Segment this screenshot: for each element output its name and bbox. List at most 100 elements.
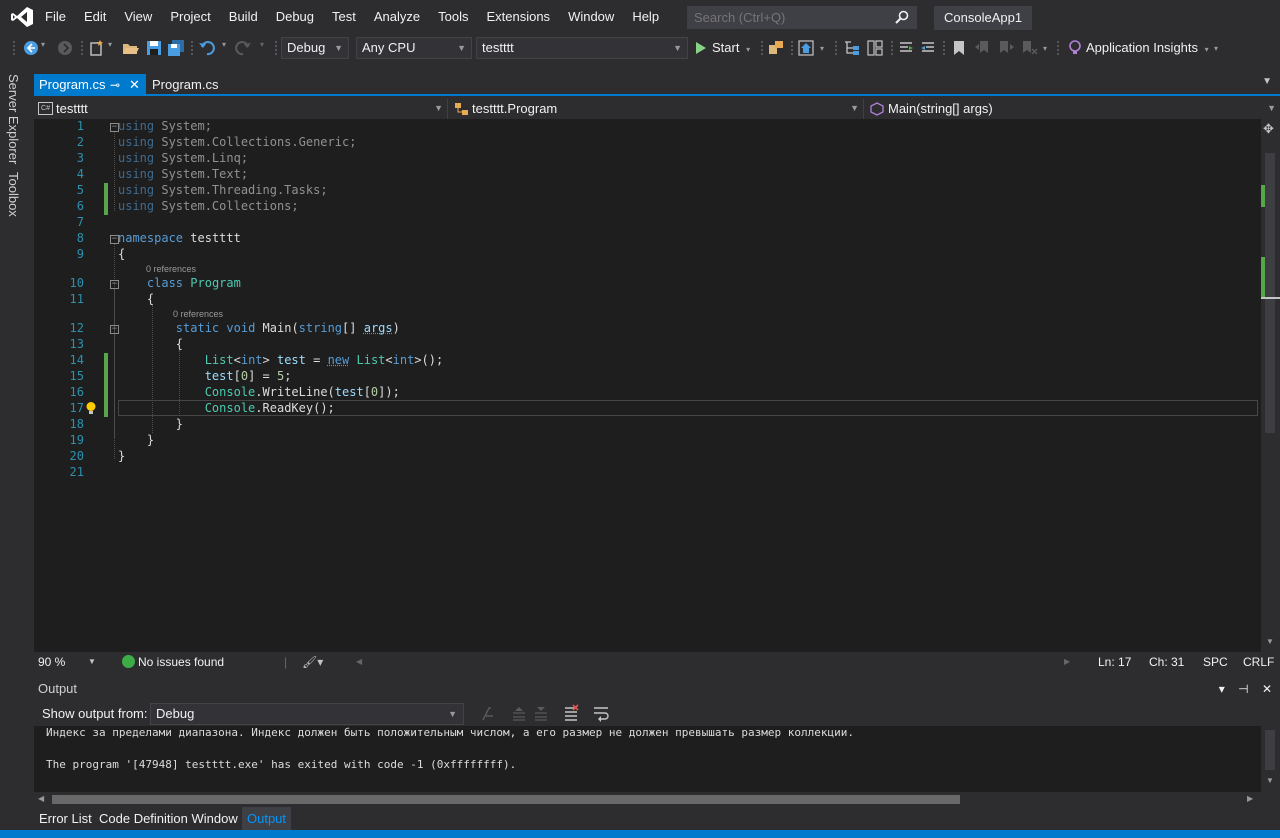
output-source-dropdown[interactable]: Debug ▼: [150, 703, 464, 725]
scrollbar-thumb[interactable]: [52, 795, 960, 804]
window-menu-dropdown-icon[interactable]: ▾: [1219, 682, 1225, 696]
startup-project-dropdown[interactable]: testttt ▼: [476, 37, 688, 59]
toolbar-overflow-icon[interactable]: ▾: [1214, 44, 1218, 53]
browser-link-icon[interactable]: [767, 39, 785, 57]
menu-help[interactable]: Help: [623, 0, 668, 34]
server-explorer-tab[interactable]: Server Explorer: [6, 74, 21, 164]
menu-window[interactable]: Window: [559, 0, 623, 34]
chevron-down-icon[interactable]: ▾: [1205, 45, 1209, 54]
pin-icon[interactable]: ⊸: [110, 74, 120, 96]
bookmark-icon[interactable]: [950, 39, 968, 57]
zoom-level[interactable]: 90 %: [38, 652, 65, 672]
scrollbar-thumb[interactable]: [1265, 153, 1275, 433]
comment-lines-icon[interactable]: [897, 39, 915, 57]
quick-actions-lightbulb-icon[interactable]: [84, 401, 98, 415]
output-text-area[interactable]: Индекс за пределами диапазона. Индекс до…: [34, 726, 1261, 792]
toolbar-grip-icon[interactable]: [942, 40, 946, 56]
home-dropdown-icon[interactable]: ▾: [820, 44, 824, 53]
clear-bookmarks-icon[interactable]: [1020, 39, 1038, 57]
code-editor[interactable]: 1 2 3 4 5 6 7 8 9 10 11 12 13 14 15 16 1…: [34, 119, 1261, 652]
tab-code-definition-window[interactable]: Code Definition Window: [94, 807, 243, 830]
code-cleanup-icon[interactable]: 🖌▾: [302, 652, 323, 672]
next-bookmark-icon[interactable]: [997, 39, 1015, 57]
member-dropdown[interactable]: Main(string[] args) ▼: [868, 99, 1280, 119]
menu-file[interactable]: File: [36, 0, 75, 34]
toolbar-grip-icon[interactable]: [1056, 40, 1060, 56]
menu-build[interactable]: Build: [220, 0, 267, 34]
find-message-in-code-icon[interactable]: [480, 705, 498, 723]
redo-icon[interactable]: [234, 39, 252, 57]
toolbar-grip-icon[interactable]: [190, 40, 194, 56]
scroll-right-icon[interactable]: ▶: [1064, 652, 1070, 672]
start-debugging-button[interactable]: Start ▾: [694, 37, 750, 59]
tab-list-dropdown-icon[interactable]: ▼: [1262, 76, 1272, 87]
menu-project[interactable]: Project: [161, 0, 219, 34]
navigate-forward-icon[interactable]: [56, 39, 74, 57]
save-icon[interactable]: [145, 39, 163, 57]
application-insights-button[interactable]: Application Insights ▾: [1068, 37, 1209, 59]
new-project-icon[interactable]: [88, 39, 106, 57]
menu-extensions[interactable]: Extensions: [477, 0, 559, 34]
toolbar-grip-icon[interactable]: [790, 40, 794, 56]
toolbar-grip-icon[interactable]: [834, 40, 838, 56]
next-message-icon[interactable]: [532, 705, 550, 723]
menu-view[interactable]: View: [115, 0, 161, 34]
search-input[interactable]: [688, 7, 888, 28]
previous-bookmark-icon[interactable]: [974, 39, 992, 57]
previous-message-icon[interactable]: [510, 705, 528, 723]
auto-hide-pin-icon[interactable]: ⊣: [1238, 682, 1248, 696]
new-dropdown-icon[interactable]: ▾: [108, 40, 112, 49]
visual-studio-logo-icon[interactable]: [10, 6, 34, 28]
scroll-left-icon[interactable]: ◀: [38, 794, 44, 803]
uncomment-lines-icon[interactable]: [919, 39, 937, 57]
search-icon[interactable]: [894, 9, 910, 25]
class-dropdown[interactable]: testttt.Program ▼: [452, 99, 864, 119]
back-dropdown-icon[interactable]: ▾: [41, 40, 45, 49]
solution-configuration-dropdown[interactable]: Debug ▼: [281, 37, 349, 59]
class-view-icon[interactable]: [866, 39, 884, 57]
menu-tools[interactable]: Tools: [429, 0, 477, 34]
navigate-back-icon[interactable]: [22, 39, 40, 57]
menu-debug[interactable]: Debug: [267, 0, 323, 34]
editor-vertical-scrollbar[interactable]: ✥ ▼: [1261, 119, 1280, 652]
tab-program-cs[interactable]: Program.cs: [147, 74, 218, 96]
redo-dropdown-icon[interactable]: ▾: [260, 40, 264, 49]
close-icon[interactable]: ✕: [129, 74, 140, 96]
solution-explorer-icon[interactable]: [843, 39, 861, 57]
toolbar-grip-icon[interactable]: [890, 40, 894, 56]
toolbar-grip-icon[interactable]: [12, 40, 16, 56]
scroll-right-icon[interactable]: ▶: [1247, 794, 1253, 803]
output-vertical-scrollbar[interactable]: ▼: [1261, 726, 1280, 792]
split-editor-icon[interactable]: ✥: [1263, 121, 1274, 137]
undo-dropdown-icon[interactable]: ▾: [222, 40, 226, 49]
toolbar-grip-icon[interactable]: [80, 40, 84, 56]
scroll-left-icon[interactable]: ◀: [356, 652, 362, 672]
home-icon[interactable]: [797, 39, 815, 57]
output-horizontal-scrollbar[interactable]: ◀ ▶: [34, 792, 1261, 807]
codelens-references[interactable]: 0 references: [173, 309, 223, 319]
clear-all-icon[interactable]: [562, 704, 580, 722]
save-all-icon[interactable]: [167, 39, 185, 57]
open-file-icon[interactable]: [122, 39, 140, 57]
start-dropdown-icon[interactable]: ▾: [746, 45, 750, 54]
scrollbar-thumb[interactable]: [1265, 730, 1275, 770]
toolbar-overflow-icon[interactable]: ▾: [1043, 44, 1047, 53]
scroll-down-icon[interactable]: ▼: [1266, 776, 1274, 785]
zoom-dropdown-icon[interactable]: ▼: [88, 652, 96, 672]
menu-analyze[interactable]: Analyze: [365, 0, 429, 34]
codelens-references[interactable]: 0 references: [146, 264, 196, 274]
toggle-word-wrap-icon[interactable]: [592, 704, 610, 722]
project-dropdown[interactable]: C# testttt ▼: [34, 99, 448, 119]
tab-program-cs-active[interactable]: Program.cs ⊸ ✕: [34, 74, 146, 96]
solution-platform-dropdown[interactable]: Any CPU ▼: [356, 37, 472, 59]
menu-test[interactable]: Test: [323, 0, 365, 34]
toolbar-grip-icon[interactable]: [760, 40, 764, 56]
undo-icon[interactable]: [198, 39, 216, 57]
issues-indicator[interactable]: No issues found: [138, 652, 224, 672]
close-icon[interactable]: ✕: [1262, 682, 1272, 696]
tab-output[interactable]: Output: [242, 807, 292, 830]
tab-error-list[interactable]: Error List: [34, 807, 97, 830]
toolbar-grip-icon[interactable]: [274, 40, 278, 56]
scroll-down-icon[interactable]: ▼: [1266, 637, 1274, 646]
menu-edit[interactable]: Edit: [75, 0, 115, 34]
